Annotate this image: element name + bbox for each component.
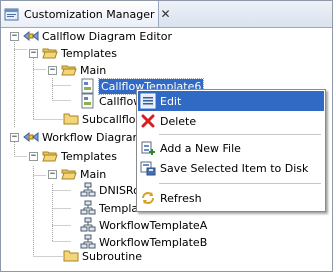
collapse-toggle[interactable]: − [29,151,38,161]
menu-item-add-new-file[interactable]: Add a New File [138,138,324,158]
tree-node-label: Templates [61,149,117,163]
delete-icon [138,113,158,129]
template-icon [80,93,96,109]
menu-item-label: Save Selected Item to Disk [160,161,309,175]
tree-node-workflowtemplatea[interactable]: WorkflowTemplateA [80,216,207,234]
tree-node-workflow-templates[interactable]: − Templates [29,147,117,165]
folder-open-icon [42,148,58,164]
tree-node-subroutine[interactable]: Subroutine [63,247,142,265]
customization-manager-icon [4,6,20,22]
tab-customization-manager[interactable]: Customization Manager ✕ [1,1,171,27]
close-icon[interactable]: ✕ [161,8,171,20]
view-title: Customization Manager [24,7,155,21]
tree-node-label: Main [80,63,107,77]
menu-item-delete[interactable]: Delete [138,111,324,131]
editor-icon [23,28,39,44]
workflow-icon [80,182,96,198]
tree-node-label: Main [80,167,107,181]
menu-item-edit[interactable]: Edit [138,91,324,111]
collapse-toggle[interactable]: − [29,48,38,58]
context-menu: Edit Delete Add a New File Save Selected… [136,89,326,212]
menu-item-label: Refresh [160,191,202,205]
collapse-toggle[interactable]: − [48,65,57,75]
folder-open-icon [61,62,77,78]
collapse-toggle[interactable]: − [10,31,19,41]
folder-open-icon [42,45,58,61]
menu-separator [159,183,321,184]
collapse-toggle[interactable]: − [48,169,57,179]
menu-separator [159,134,321,135]
menu-item-label: Add a New File [160,141,241,155]
editor-icon [23,129,39,145]
refresh-icon [138,190,158,206]
menu-item-label: Edit [160,94,182,108]
add-file-icon [138,140,158,156]
collapse-toggle[interactable]: − [10,132,19,142]
tree-node-label: Subroutine [82,249,143,263]
tree-node-label: Templates [61,46,117,60]
edit-icon [138,93,158,109]
tree-node-callflow-editor[interactable]: − Callflow Diagram Editor [10,27,172,45]
tree-node-callflow-templates[interactable]: − Templates [29,44,117,62]
folder-open-icon [61,166,77,182]
menu-item-refresh[interactable]: Refresh [138,188,324,208]
save-disk-icon [138,160,158,176]
folder-closed-icon [63,248,79,264]
tree-node-label: Callflow Diagram Editor [42,29,172,43]
tree-node-label: WorkflowTemplateA [99,218,208,232]
menu-item-save-to-disk[interactable]: Save Selected Item to Disk [138,158,324,178]
workflow-icon [80,217,96,233]
menu-item-label: Delete [160,114,197,128]
view-tab-bar: Customization Manager ✕ [1,1,332,28]
folder-closed-icon [63,111,79,127]
workflow-icon [80,200,96,216]
